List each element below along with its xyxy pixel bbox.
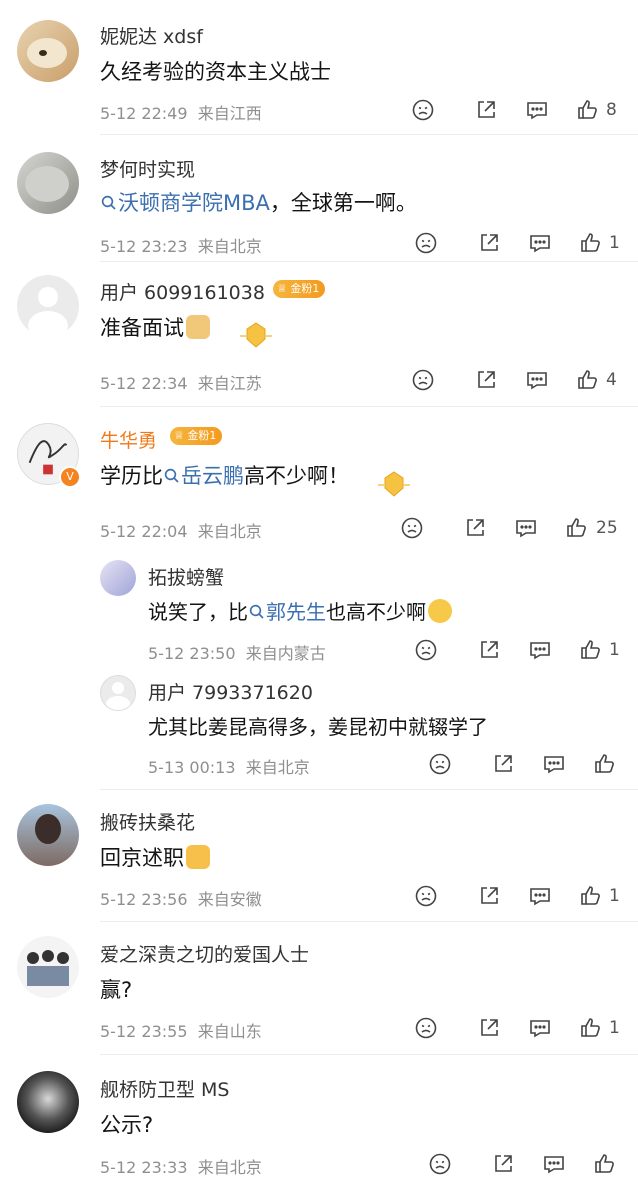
timestamp: 5-12 23:55 来自山东 <box>100 1022 262 1041</box>
fan-crest-icon <box>374 469 414 501</box>
timestamp: 5-12 23:50 来自内蒙古 <box>148 644 326 663</box>
comment-item: 妮妮达 xdsf 久经考验的资本主义战士 5-12 22:49 来自江西 8 <box>0 0 638 135</box>
like-icon[interactable] <box>579 638 603 662</box>
verified-icon: V <box>59 466 81 488</box>
dislike-icon[interactable] <box>414 231 438 255</box>
username[interactable]: 舰桥防卫型 MS <box>100 1075 230 1102</box>
reply-text: 说笑了，比 郭先生也高不少啊 <box>148 596 452 625</box>
topic-link[interactable]: 岳云鹏 <box>163 464 244 488</box>
comment-icon[interactable] <box>528 638 552 662</box>
avatar[interactable] <box>100 560 136 596</box>
timestamp: 5-12 22:34 来自江苏 <box>100 374 262 393</box>
raise-hand-emoji-icon <box>186 845 210 869</box>
timestamp: 5-12 22:49 来自江西 <box>100 104 262 123</box>
fan-crest-icon <box>236 320 276 352</box>
topic-link[interactable]: 郭先生 <box>248 600 326 624</box>
like-icon[interactable] <box>576 98 600 122</box>
dislike-icon[interactable] <box>400 516 424 540</box>
timestamp: 5-12 23:56 来自安徽 <box>100 890 262 909</box>
share-icon[interactable] <box>463 516 487 540</box>
avatar[interactable] <box>17 20 79 82</box>
comment-item: 梦何时实现 沃顿商学院MBA，全球第一啊。 5-12 23:23 来自北京 1 <box>0 135 638 265</box>
comment-item: 用户 6099161038 ♕ 金粉1 准备面试 5-12 22:34 来自江苏… <box>0 262 638 407</box>
like-icon[interactable] <box>579 1016 603 1040</box>
timestamp: 5-12 23:33 来自北京 <box>100 1158 262 1177</box>
username[interactable]: 妮妮达 xdsf <box>100 22 203 49</box>
like-count: 8 <box>606 100 617 120</box>
reply-text: 尤其比姜昆高得多，姜昆初中就辍学了 <box>148 715 488 739</box>
like-count: 1 <box>609 233 620 253</box>
comment-icon[interactable] <box>528 1016 552 1040</box>
dislike-icon[interactable] <box>411 368 435 392</box>
avatar[interactable] <box>17 936 79 998</box>
search-icon <box>248 602 266 620</box>
comment-text: 久经考验的资本主义战士 <box>100 60 331 84</box>
timestamp: 5-12 22:04 来自北京 <box>100 522 262 541</box>
like-icon[interactable] <box>576 368 600 392</box>
comment-text: 公示? <box>100 1113 154 1137</box>
like-count: 4 <box>606 370 617 390</box>
like-icon[interactable] <box>579 231 603 255</box>
comment-icon[interactable] <box>514 516 538 540</box>
fan-badge: ♕ 金粉1 <box>170 427 223 445</box>
comment-icon[interactable] <box>525 98 549 122</box>
timestamp: 5-13 00:13 来自北京 <box>148 758 310 777</box>
dislike-icon[interactable] <box>411 98 435 122</box>
username[interactable]: 爱之深责之切的爱国人士 <box>100 940 309 967</box>
avatar[interactable] <box>17 1071 79 1133</box>
fan-badge: ♕ 金粉1 <box>273 280 326 298</box>
wink-emoji-icon <box>428 599 452 623</box>
share-icon[interactable] <box>477 638 501 662</box>
comment-text: 赢? <box>100 978 133 1002</box>
dislike-icon[interactable] <box>414 1016 438 1040</box>
like-icon[interactable] <box>579 884 603 908</box>
like-count: 1 <box>609 640 620 660</box>
comment-icon[interactable] <box>528 231 552 255</box>
comment-icon[interactable] <box>528 884 552 908</box>
avatar[interactable] <box>17 804 79 866</box>
search-icon <box>163 466 181 484</box>
comment-text: 准备面试 <box>100 312 210 342</box>
avatar[interactable] <box>17 275 79 337</box>
share-icon[interactable] <box>474 98 498 122</box>
share-icon[interactable] <box>474 368 498 392</box>
comment-text: 回京述职 <box>100 842 210 872</box>
search-icon <box>100 193 118 211</box>
username[interactable]: 搬砖扶桑花 <box>100 808 195 835</box>
comment-item: 爱之深责之切的爱国人士 赢? 5-12 23:55 来自山东 1 <box>0 922 638 1055</box>
dislike-icon[interactable] <box>414 884 438 908</box>
avatar[interactable] <box>100 675 136 711</box>
comment-text: 学历比 岳云鹏高不少啊！ <box>100 464 349 488</box>
share-icon[interactable] <box>491 752 515 776</box>
like-icon[interactable] <box>565 516 589 540</box>
like-count: 25 <box>596 518 618 538</box>
share-icon[interactable] <box>477 884 501 908</box>
share-icon[interactable] <box>477 231 501 255</box>
share-icon[interactable] <box>477 1016 501 1040</box>
username[interactable]: 牛华勇 <box>100 426 157 453</box>
topic-link[interactable]: 沃顿商学院MBA <box>100 191 270 215</box>
reply-username[interactable]: 用户 7993371620 <box>148 678 313 705</box>
timestamp: 5-12 23:23 来自北京 <box>100 237 262 256</box>
dislike-icon[interactable] <box>414 638 438 662</box>
reply-username[interactable]: 拓拔螃蟹 <box>148 563 224 590</box>
comment-icon[interactable] <box>542 752 566 776</box>
dislike-icon[interactable] <box>428 1152 452 1176</box>
avatar[interactable] <box>17 152 79 214</box>
comment-item: V 牛华勇 ♕ 金粉1 学历比 岳云鹏高不少啊！ 5-12 22:04 来自北京 … <box>0 407 638 792</box>
username[interactable]: 用户 6099161038 <box>100 278 265 305</box>
comment-icon[interactable] <box>525 368 549 392</box>
comment-item: 舰桥防卫型 MS 公示? 5-12 23:33 来自北京 <box>0 1055 638 1189</box>
username[interactable]: 梦何时实现 <box>100 155 195 182</box>
comment-icon[interactable] <box>542 1152 566 1176</box>
like-icon[interactable] <box>593 752 617 776</box>
comment-item: 搬砖扶桑花 回京述职 5-12 23:56 来自安徽 1 <box>0 790 638 922</box>
share-icon[interactable] <box>491 1152 515 1176</box>
dislike-icon[interactable] <box>428 752 452 776</box>
like-count: 1 <box>609 1018 620 1038</box>
like-icon[interactable] <box>593 1152 617 1176</box>
like-count: 1 <box>609 886 620 906</box>
doge-emoji-icon <box>186 315 210 339</box>
comment-text: 沃顿商学院MBA，全球第一啊。 <box>100 187 417 217</box>
